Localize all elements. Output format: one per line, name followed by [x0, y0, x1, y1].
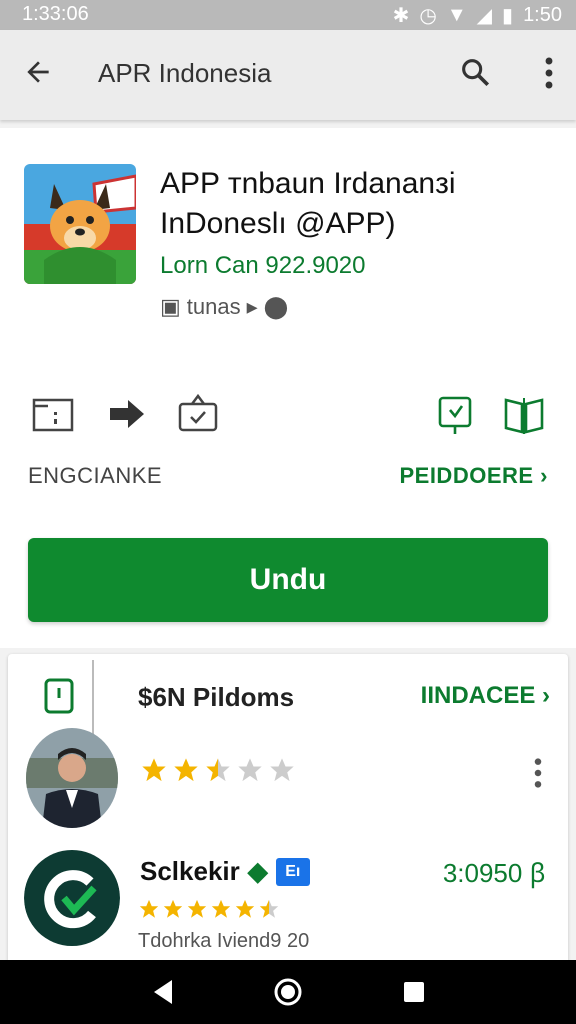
- action-icon-row: [28, 390, 548, 440]
- alarm-icon: ◷: [419, 5, 437, 27]
- category-label: ENGCIANKE: [28, 463, 163, 488]
- app-name: APP тnbaun Irdananзi InDoneslı @APP): [160, 164, 560, 244]
- wishlist-download-icon[interactable]: [432, 390, 480, 438]
- reviewer-rating: [140, 756, 296, 784]
- install-button[interactable]: Undu: [28, 538, 548, 622]
- briefcase-check-icon[interactable]: [174, 390, 222, 438]
- folder-icon[interactable]: [28, 390, 76, 438]
- wifi-icon: ▼: [446, 4, 467, 26]
- star-full-icon: [163, 899, 183, 918]
- search-icon[interactable]: [458, 55, 492, 89]
- star-empty-icon: [270, 758, 294, 782]
- system-nav-bar: [0, 960, 576, 1024]
- star-half-icon: [206, 758, 230, 782]
- bluetooth-icon: ✱: [392, 5, 410, 27]
- reviews-card: $6N Pildoms IINDACEE › Sclkekir ◆ Eı 3:0…: [8, 654, 568, 974]
- star-half-icon: [259, 899, 279, 918]
- chevron-right-icon: ▸: [246, 294, 258, 319]
- more-details-link[interactable]: PEIDDOERE ›: [399, 463, 548, 489]
- home-nav-icon[interactable]: [270, 974, 306, 1010]
- star-full-icon: [139, 899, 159, 918]
- leaf-icon: ◆: [247, 856, 268, 886]
- app-name-line1: APP тnbaun Irdananзi: [160, 167, 456, 200]
- battery-icon: ▮: [502, 5, 514, 27]
- signal-icon: ◢: [476, 5, 493, 27]
- reviewer-avatar[interactable]: [26, 728, 118, 828]
- review-count-value: 3:0950: [442, 858, 523, 888]
- content-rating-icon: ▣: [160, 294, 181, 319]
- forward-icon[interactable]: [104, 390, 152, 438]
- back-arrow-icon[interactable]: [22, 56, 54, 88]
- star-full-icon: [211, 899, 231, 918]
- app-meta: ▣ tunas ▸ ⬤: [160, 294, 288, 320]
- reviews-more-link[interactable]: IINDACEE ›: [421, 682, 550, 710]
- review-more-icon[interactable]: [532, 756, 544, 790]
- star-full-icon: [187, 899, 207, 918]
- app-detail-card: APP тnbaun Irdananзi InDoneslı @APP) Lor…: [0, 128, 576, 648]
- reviews-title: $6N Pildoms: [138, 682, 295, 712]
- info-icon: ⬤: [263, 294, 289, 319]
- review-app-name-text: Sclkekir: [140, 856, 240, 886]
- star-full-icon: [174, 758, 198, 782]
- status-bar: 1:33:06 ✱ ◷ ▼ ◢ ▮ 1:50: [0, 0, 576, 30]
- page-title: APR Indonesia: [98, 58, 272, 88]
- status-clock: 1:50: [523, 4, 562, 26]
- status-time: 1:33:06: [22, 3, 89, 25]
- lock-icon: [44, 678, 74, 714]
- star-empty-icon: [238, 758, 262, 782]
- review-app-name: Sclkekir ◆ Eı: [140, 856, 310, 887]
- more-options-icon[interactable]: [542, 55, 556, 91]
- review-date: Tdohrka Iviend9 20: [138, 930, 310, 952]
- back-nav-icon[interactable]: [146, 974, 182, 1010]
- meta-label: tunas: [186, 294, 241, 319]
- app-avatar[interactable]: [24, 848, 120, 948]
- app-bar: APR Indonesia: [0, 30, 576, 120]
- recents-nav-icon[interactable]: [396, 974, 432, 1010]
- review-count: 3:0950 ꞵ: [443, 854, 546, 890]
- divider: [92, 660, 94, 734]
- star-full-icon: [142, 758, 166, 782]
- app-name-line2: InDoneslı @APP): [160, 207, 396, 240]
- badge: Eı: [275, 857, 310, 886]
- status-icons: ✱ ◷ ▼ ◢ ▮ 1:50: [393, 3, 562, 28]
- app-logo-icon: [24, 164, 136, 284]
- star-full-icon: [235, 899, 255, 918]
- review-app-rating: [138, 898, 280, 920]
- book-open-icon[interactable]: [500, 390, 548, 438]
- developer-link[interactable]: Lorn Can 922.9020: [160, 252, 366, 280]
- review-count-suffix: ꞵ: [529, 858, 546, 888]
